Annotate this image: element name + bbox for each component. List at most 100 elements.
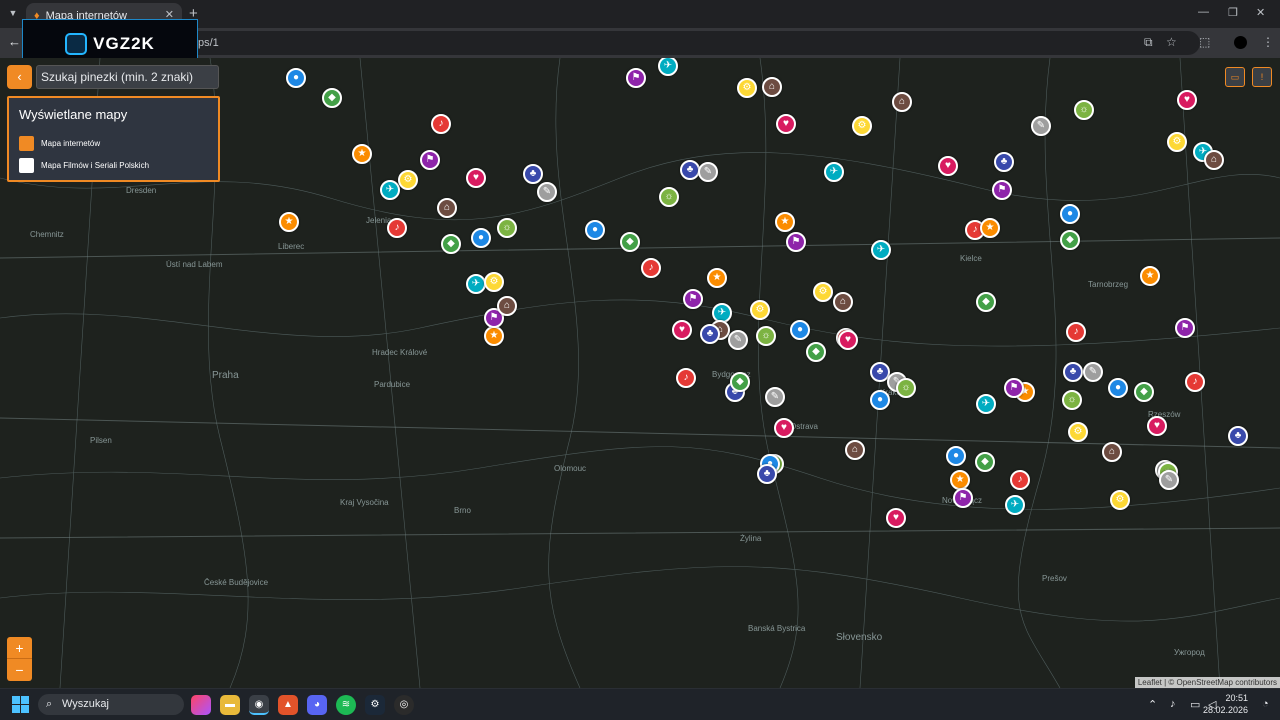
- map-pin-marker[interactable]: ♣: [523, 164, 543, 184]
- copilot-icon[interactable]: [191, 695, 211, 715]
- brave-icon[interactable]: ▲: [278, 695, 298, 715]
- map-pin-marker[interactable]: ✎: [728, 330, 748, 350]
- bookmark-star-icon[interactable]: ☆: [1166, 35, 1177, 49]
- map-pin-marker[interactable]: ⚑: [1175, 318, 1195, 338]
- map-pin-marker[interactable]: ☼: [659, 187, 679, 207]
- profile-avatar[interactable]: [1234, 36, 1247, 49]
- map-pin-marker[interactable]: ⌂: [1204, 150, 1224, 170]
- map-pin-marker[interactable]: ◆: [441, 234, 461, 254]
- map-pin-marker[interactable]: ✎: [1159, 470, 1179, 490]
- map-pin-marker[interactable]: ✈: [466, 274, 486, 294]
- map-pin-marker[interactable]: ☼: [1062, 390, 1082, 410]
- legend-item-films-map[interactable]: Mapa Filmów i Seriali Polskich: [19, 154, 208, 176]
- back-button[interactable]: ‹: [7, 65, 32, 89]
- map-pin-marker[interactable]: ♥: [672, 320, 692, 340]
- map-pin-marker[interactable]: ★: [484, 326, 504, 346]
- map-canvas[interactable]: Dresden Chemnitz Praha Pardubice Hradec …: [0, 58, 1280, 688]
- map-pin-marker[interactable]: ◆: [976, 292, 996, 312]
- map-pin-marker[interactable]: ⌂: [1102, 442, 1122, 462]
- map-pin-marker[interactable]: ✎: [1083, 362, 1103, 382]
- back-arrow-icon[interactable]: ←: [8, 34, 21, 49]
- obs-icon[interactable]: ◎: [394, 695, 414, 715]
- map-pin-marker[interactable]: ✎: [765, 387, 785, 407]
- pin-search-input[interactable]: [36, 65, 219, 89]
- map-pin-marker[interactable]: ⚑: [683, 289, 703, 309]
- system-clock[interactable]: 20:51 28.02.2026: [1203, 692, 1248, 716]
- map-pin-marker[interactable]: ♪: [1066, 322, 1086, 342]
- map-pin-marker[interactable]: ⚙: [1110, 490, 1130, 510]
- map-pin-marker[interactable]: ◆: [322, 88, 342, 108]
- map-pin-marker[interactable]: ✈: [824, 162, 844, 182]
- map-pin-marker[interactable]: ✎: [537, 182, 557, 202]
- map-pin-marker[interactable]: ●: [585, 220, 605, 240]
- map-pin-marker[interactable]: ⚙: [813, 282, 833, 302]
- menu-kebab-icon[interactable]: ⋮: [1262, 35, 1274, 49]
- network-icon[interactable]: ▭: [1190, 698, 1200, 711]
- map-pin-marker[interactable]: ●: [471, 228, 491, 248]
- map-pin-marker[interactable]: ◆: [1134, 382, 1154, 402]
- taskbar-search[interactable]: ⌕ Wyszukaj: [38, 694, 184, 715]
- map-pin-marker[interactable]: ⌂: [762, 77, 782, 97]
- map-pin-marker[interactable]: ●: [286, 68, 306, 88]
- map-pin-marker[interactable]: ⚙: [737, 78, 757, 98]
- map-pin-marker[interactable]: ♪: [641, 258, 661, 278]
- monitor-icon[interactable]: ▭: [1225, 67, 1245, 87]
- map-pin-marker[interactable]: ☼: [497, 218, 517, 238]
- address-bar[interactable]: ps/1: [30, 31, 1200, 55]
- map-pin-marker[interactable]: ♣: [700, 324, 720, 344]
- map-pin-marker[interactable]: ♥: [774, 418, 794, 438]
- map-pin-marker[interactable]: ◆: [806, 342, 826, 362]
- map-pin-marker[interactable]: ⚑: [786, 232, 806, 252]
- map-pin-marker[interactable]: ★: [352, 144, 372, 164]
- map-pin-marker[interactable]: ★: [950, 470, 970, 490]
- map-pin-marker[interactable]: ●: [946, 446, 966, 466]
- map-pin-marker[interactable]: ●: [1108, 378, 1128, 398]
- discord-icon[interactable]: ◕: [307, 695, 327, 715]
- map-pin-marker[interactable]: ⚙: [750, 300, 770, 320]
- map-pin-marker[interactable]: ⚑: [1004, 378, 1024, 398]
- map-pin-marker[interactable]: ⚑: [420, 150, 440, 170]
- map-pin-marker[interactable]: ♣: [680, 160, 700, 180]
- close-window-icon[interactable]: ✕: [1256, 6, 1265, 19]
- map-pin-marker[interactable]: ●: [790, 320, 810, 340]
- map-pin-marker[interactable]: ✈: [976, 394, 996, 414]
- map-pin-marker[interactable]: ♪: [1185, 372, 1205, 392]
- map-pin-marker[interactable]: ⚙: [398, 170, 418, 190]
- tray-chevron-icon[interactable]: ⌃: [1148, 698, 1157, 711]
- map-pin-marker[interactable]: ⚑: [626, 68, 646, 88]
- map-pin-marker[interactable]: ♥: [1177, 90, 1197, 110]
- map-pin-marker[interactable]: ⌂: [437, 198, 457, 218]
- map-pin-marker[interactable]: ♥: [886, 508, 906, 528]
- map-pin-marker[interactable]: ♣: [757, 464, 777, 484]
- map-pin-marker[interactable]: ✈: [1005, 495, 1025, 515]
- map-pin-marker[interactable]: ⚙: [852, 116, 872, 136]
- map-pin-marker[interactable]: ⚙: [1167, 132, 1187, 152]
- map-pin-marker[interactable]: ⚑: [953, 488, 973, 508]
- maximize-icon[interactable]: ❐: [1228, 6, 1238, 19]
- file-explorer-icon[interactable]: ▬: [220, 695, 240, 715]
- minimize-icon[interactable]: —: [1198, 6, 1209, 18]
- map-pin-marker[interactable]: ◆: [620, 232, 640, 252]
- map-pin-marker[interactable]: ●: [870, 390, 890, 410]
- map-pin-marker[interactable]: ⌂: [892, 92, 912, 112]
- map-pin-marker[interactable]: ●: [1060, 204, 1080, 224]
- notifications-bell-icon[interactable]: ◔: [1262, 698, 1269, 710]
- map-pin-marker[interactable]: ★: [775, 212, 795, 232]
- info-icon[interactable]: !: [1252, 67, 1272, 87]
- chrome-icon[interactable]: ◉: [249, 695, 269, 715]
- map-pin-marker[interactable]: ♣: [994, 152, 1014, 172]
- white-swatch[interactable]: [19, 157, 34, 173]
- map-pin-marker[interactable]: ★: [279, 212, 299, 232]
- map-pin-marker[interactable]: ♥: [838, 330, 858, 350]
- map-pin-marker[interactable]: ⌂: [845, 440, 865, 460]
- map-pin-marker[interactable]: ✈: [871, 240, 891, 260]
- legend-item-internet-map[interactable]: Mapa internetów: [19, 132, 208, 154]
- map-pin-marker[interactable]: ♪: [387, 218, 407, 238]
- orange-swatch[interactable]: [19, 135, 34, 151]
- zoom-in-button[interactable]: +: [7, 637, 32, 659]
- map-pin-marker[interactable]: ☼: [896, 378, 916, 398]
- microphone-icon[interactable]: ♪: [1170, 698, 1176, 710]
- map-pin-marker[interactable]: ★: [1140, 266, 1160, 286]
- map-pin-marker[interactable]: ⚙: [484, 272, 504, 292]
- map-pin-marker[interactable]: ✈: [380, 180, 400, 200]
